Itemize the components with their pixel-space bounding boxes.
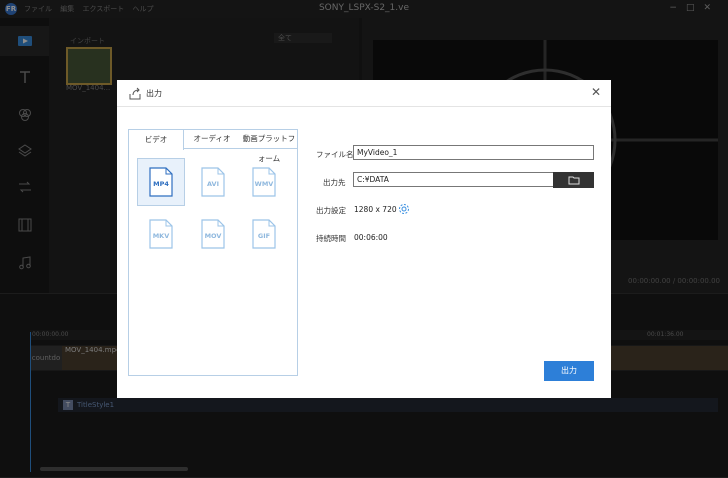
format-mov[interactable]: MOV: [189, 210, 237, 258]
close-icon[interactable]: ✕: [589, 85, 603, 99]
format-label: MP4: [153, 180, 169, 188]
export-button[interactable]: 出力: [544, 361, 594, 381]
settings-value: 1280 x 720: [354, 205, 397, 214]
gear-icon[interactable]: [398, 203, 410, 215]
format-label: MKV: [152, 232, 170, 240]
format-label: GIF: [257, 232, 271, 240]
format-gif[interactable]: GIF: [240, 210, 288, 258]
format-avi[interactable]: AVI: [189, 158, 237, 206]
format-label: WMV: [254, 180, 274, 188]
format-mkv[interactable]: MKV: [137, 210, 185, 258]
folder-icon: [568, 176, 579, 185]
tab-audio[interactable]: オーディオ: [184, 129, 240, 149]
format-mp4[interactable]: MP4: [137, 158, 185, 206]
browse-folder-button[interactable]: [553, 172, 594, 188]
destination-field[interactable]: [353, 172, 554, 187]
tab-platform[interactable]: 動画プラットフォーム: [240, 129, 298, 163]
format-label: AVI: [206, 180, 220, 188]
filename-field[interactable]: [353, 145, 594, 160]
dialog-title: 出力: [146, 89, 162, 98]
format-wmv[interactable]: WMV: [240, 158, 288, 206]
dialog-divider: [117, 106, 611, 107]
duration-label: 持続時間: [316, 234, 346, 243]
duration-value: 00:06:00: [354, 233, 388, 242]
export-icon: [128, 87, 142, 101]
settings-label: 出力設定: [316, 206, 346, 215]
destination-label: 出力先: [323, 178, 346, 187]
format-label: MOV: [204, 232, 222, 240]
filename-label: ファイル名: [316, 150, 354, 159]
tab-video[interactable]: ビデオ: [128, 129, 184, 150]
